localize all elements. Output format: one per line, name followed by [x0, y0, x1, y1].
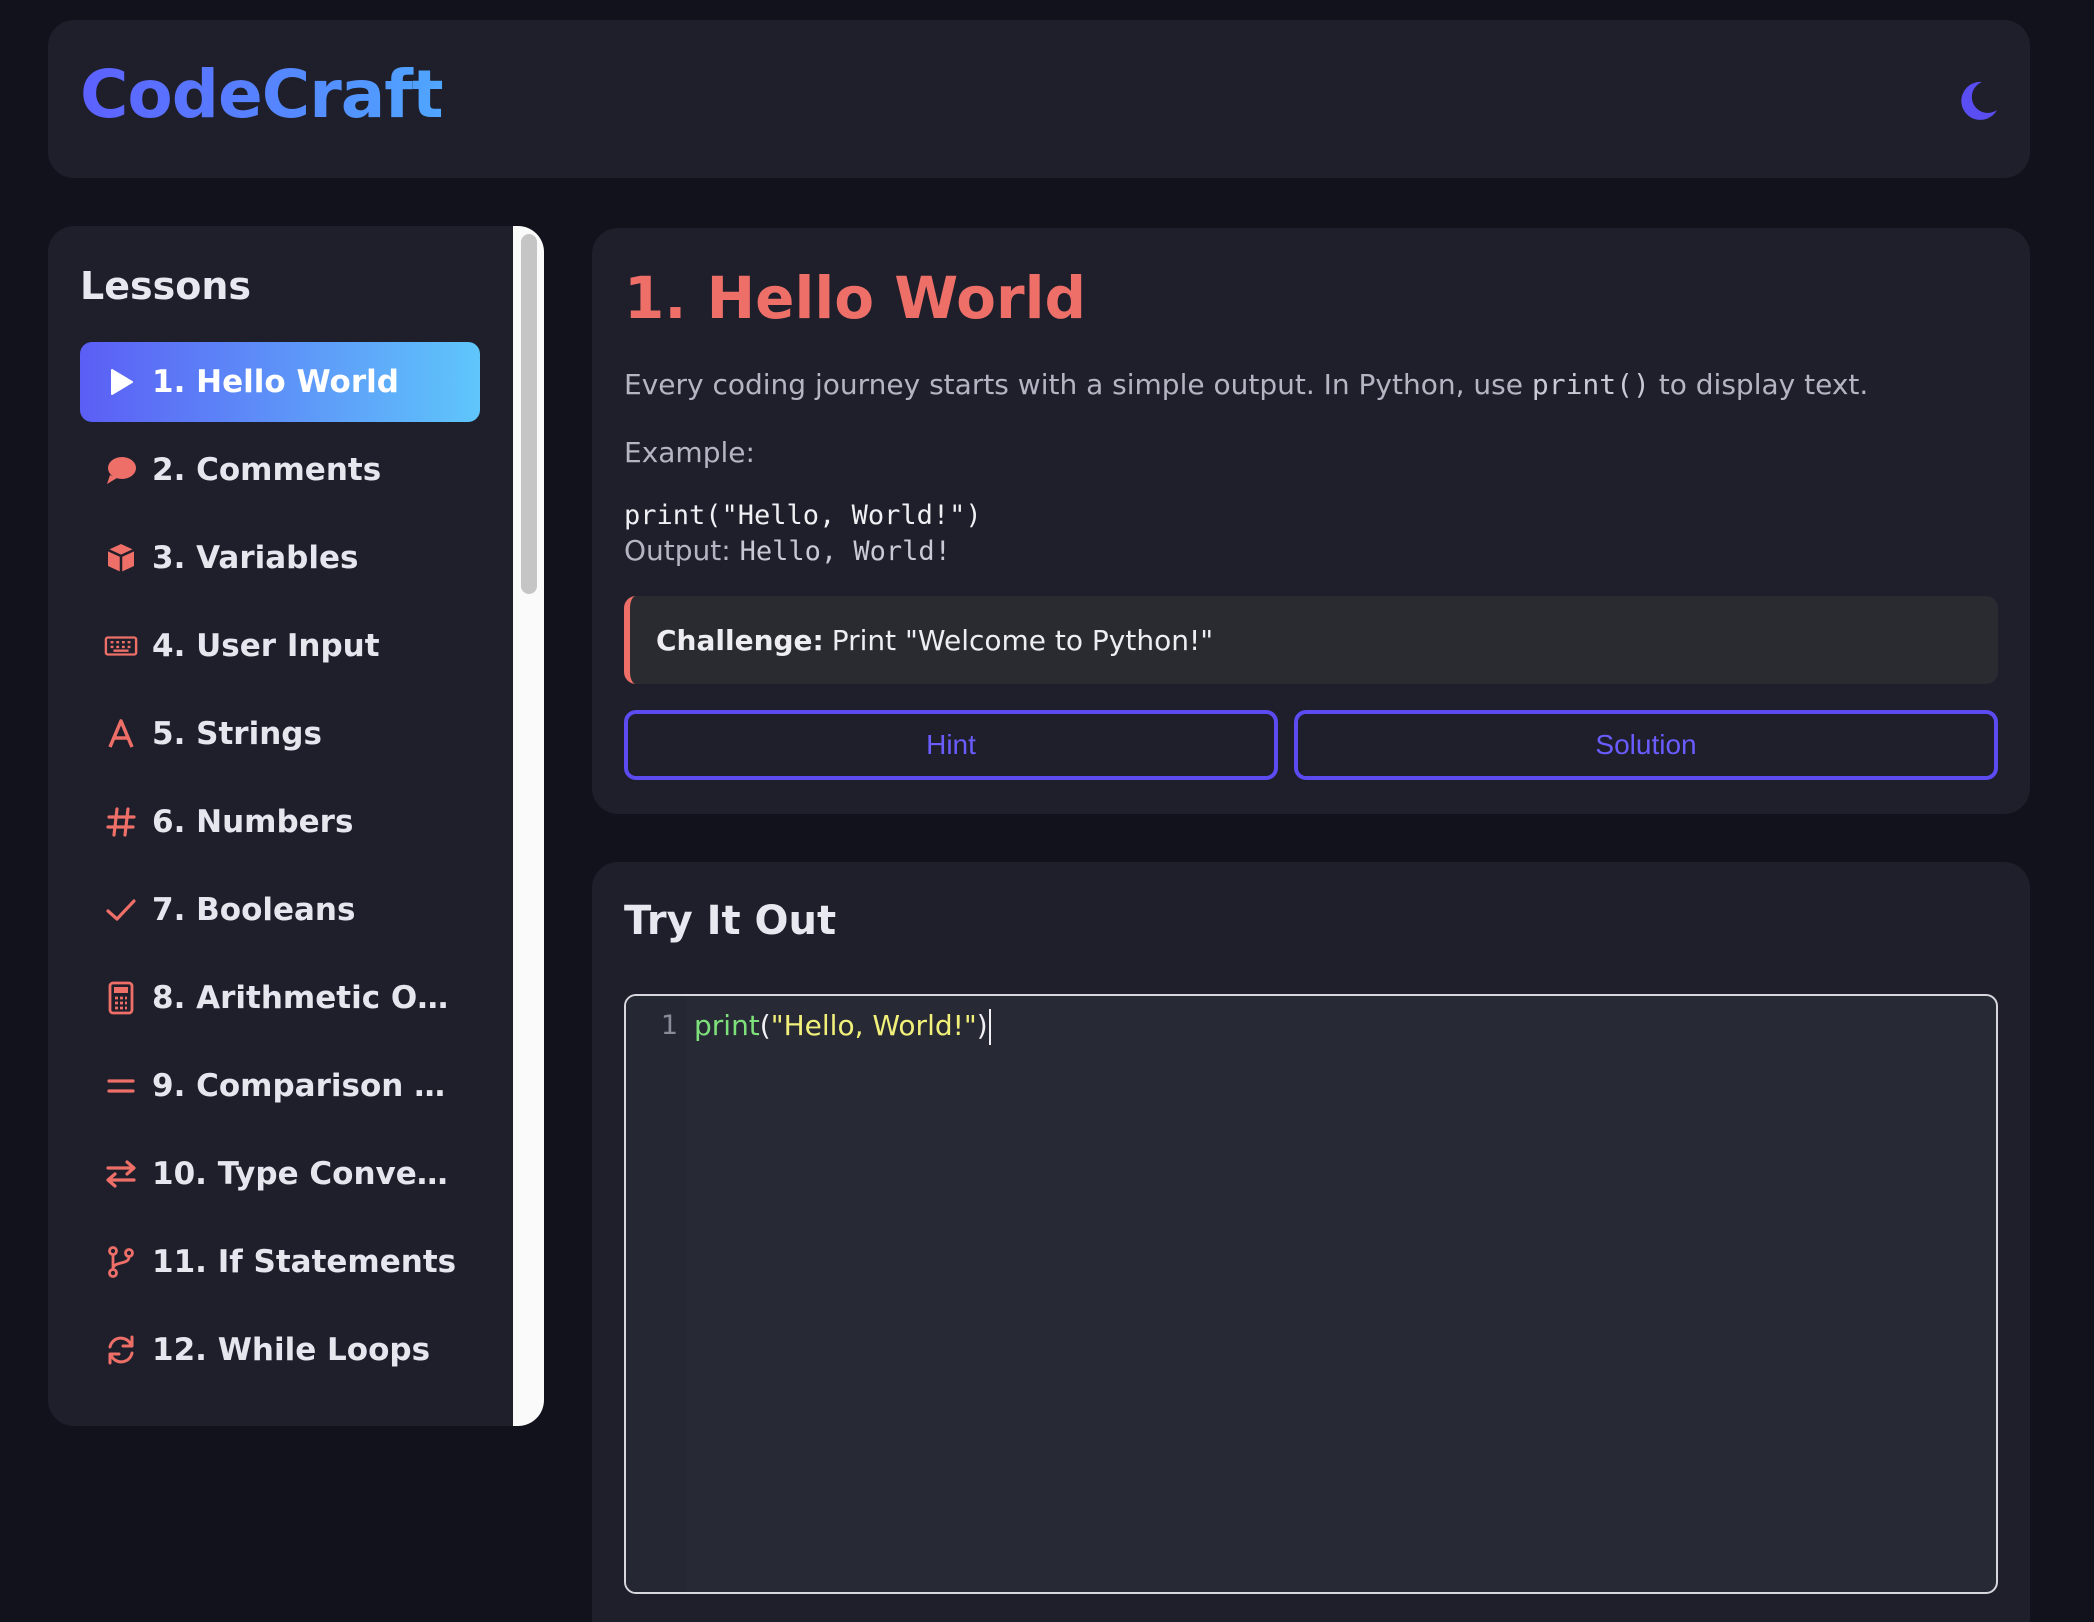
- sidebar-item-label: 12. While Loops: [152, 1332, 431, 1368]
- lesson-card: 1. Hello World Every coding journey star…: [592, 228, 2030, 814]
- sidebar-item-label: 7. Booleans: [152, 892, 356, 928]
- sidebar-item-label: 2. Comments: [152, 452, 382, 488]
- sidebar-item-if-statements[interactable]: 11. If Statements: [80, 1222, 480, 1302]
- sidebar-item-label: 4. User Input: [152, 628, 380, 664]
- letter-a-icon: [104, 717, 138, 751]
- challenge-text: Print "Welcome to Python!": [831, 623, 1214, 657]
- app-header: CodeCraft: [48, 20, 2030, 178]
- output-value: Hello, World!: [739, 536, 951, 567]
- arrows-exchange-icon: [104, 1157, 138, 1191]
- try-it-out-panel: Try It Out 1 print("Hello, World!"): [592, 862, 2030, 1622]
- sidebar-item-user-input[interactable]: 4. User Input: [80, 606, 480, 686]
- line-number: 1: [660, 1010, 678, 1041]
- sidebar-item-hello-world[interactable]: 1. Hello World: [80, 342, 480, 422]
- sidebar-item-label: 9. Comparison O...: [152, 1068, 462, 1104]
- example-code: print("Hello, World!"): [624, 500, 982, 531]
- sidebar-item-while-loops[interactable]: 12. While Loops: [80, 1310, 480, 1390]
- code-editor[interactable]: 1 print("Hello, World!"): [624, 994, 1998, 1594]
- code-token-string: "Hello, World!": [770, 1009, 977, 1042]
- challenge-box: Challenge: Print "Welcome to Python!": [624, 596, 1998, 684]
- solution-button[interactable]: Solution: [1294, 710, 1998, 780]
- sidebar-item-label: 5. Strings: [152, 716, 322, 752]
- lesson-description: Every coding journey starts with a simpl…: [624, 368, 1868, 401]
- calculator-icon: [104, 981, 138, 1015]
- moon-icon: [1961, 81, 1997, 120]
- lesson-title: 1. Hello World: [624, 264, 1087, 332]
- hint-button[interactable]: Hint: [624, 710, 1278, 780]
- lesson-description-code: print(): [1531, 368, 1650, 401]
- sidebar-item-label: 1. Hello World: [152, 364, 399, 400]
- sidebar-item-label: 3. Variables: [152, 540, 359, 576]
- sidebar-item-comments[interactable]: 2. Comments: [80, 430, 480, 510]
- sidebar-item-label: 10. Type Conversi...: [152, 1156, 462, 1192]
- code-token-paren-close: ): [976, 1009, 988, 1042]
- branch-icon: [104, 1245, 138, 1279]
- brand-logo[interactable]: CodeCraft: [80, 54, 444, 137]
- sidebar-item-label: 11. If Statements: [152, 1244, 457, 1280]
- check-icon: [104, 893, 138, 927]
- lesson-description-text: Every coding journey starts with a simpl…: [624, 368, 1532, 401]
- sidebar-item-type-conversion[interactable]: 10. Type Conversi...: [80, 1134, 480, 1214]
- sidebar-item-label: 6. Numbers: [152, 804, 354, 840]
- sidebar-item-arithmetic-operators[interactable]: 8. Arithmetic Ope...: [80, 958, 480, 1038]
- sidebar-item-label: 8. Arithmetic Ope...: [152, 980, 462, 1016]
- lesson-description-text-end: to display text.: [1649, 368, 1869, 401]
- sidebar-scrollbar[interactable]: [513, 226, 544, 1426]
- example-label: Example:: [624, 436, 755, 469]
- sidebar-item-booleans[interactable]: 7. Booleans: [80, 870, 480, 950]
- sidebar-item-variables[interactable]: 3. Variables: [80, 518, 480, 598]
- sidebar-scroll-area[interactable]: Lessons 1. Hello World 2. Comments 3. Va…: [48, 226, 513, 1426]
- hash-icon: [104, 805, 138, 839]
- keyboard-icon: [104, 629, 138, 663]
- equals-icon: [104, 1069, 138, 1103]
- sidebar-item-numbers[interactable]: 6. Numbers: [80, 782, 480, 862]
- code-token-paren-open: (: [759, 1009, 771, 1042]
- cube-icon: [104, 541, 138, 575]
- output-label: Output:: [624, 534, 740, 567]
- example-output: Output: Hello, World!: [624, 534, 951, 567]
- editor-gutter: 1: [626, 996, 686, 1592]
- sidebar-scrollbar-thumb[interactable]: [521, 234, 537, 594]
- speech-bubble-icon: [104, 453, 138, 487]
- code-line[interactable]: print("Hello, World!"): [694, 1004, 991, 1048]
- loop-icon: [104, 1333, 138, 1367]
- code-token-function: print: [694, 1009, 760, 1042]
- challenge-label: Challenge:: [656, 623, 824, 657]
- sidebar-item-comparison-operators[interactable]: 9. Comparison O...: [80, 1046, 480, 1126]
- sidebar-item-strings[interactable]: 5. Strings: [80, 694, 480, 774]
- play-icon: [104, 365, 138, 399]
- text-cursor: [988, 1009, 991, 1045]
- try-it-out-title: Try It Out: [624, 898, 837, 944]
- lesson-sidebar: Lessons 1. Hello World 2. Comments 3. Va…: [48, 226, 544, 1426]
- theme-toggle-button[interactable]: [1952, 76, 2002, 126]
- lesson-list: 1. Hello World 2. Comments 3. Variables …: [80, 342, 480, 1398]
- sidebar-title: Lessons: [80, 264, 251, 308]
